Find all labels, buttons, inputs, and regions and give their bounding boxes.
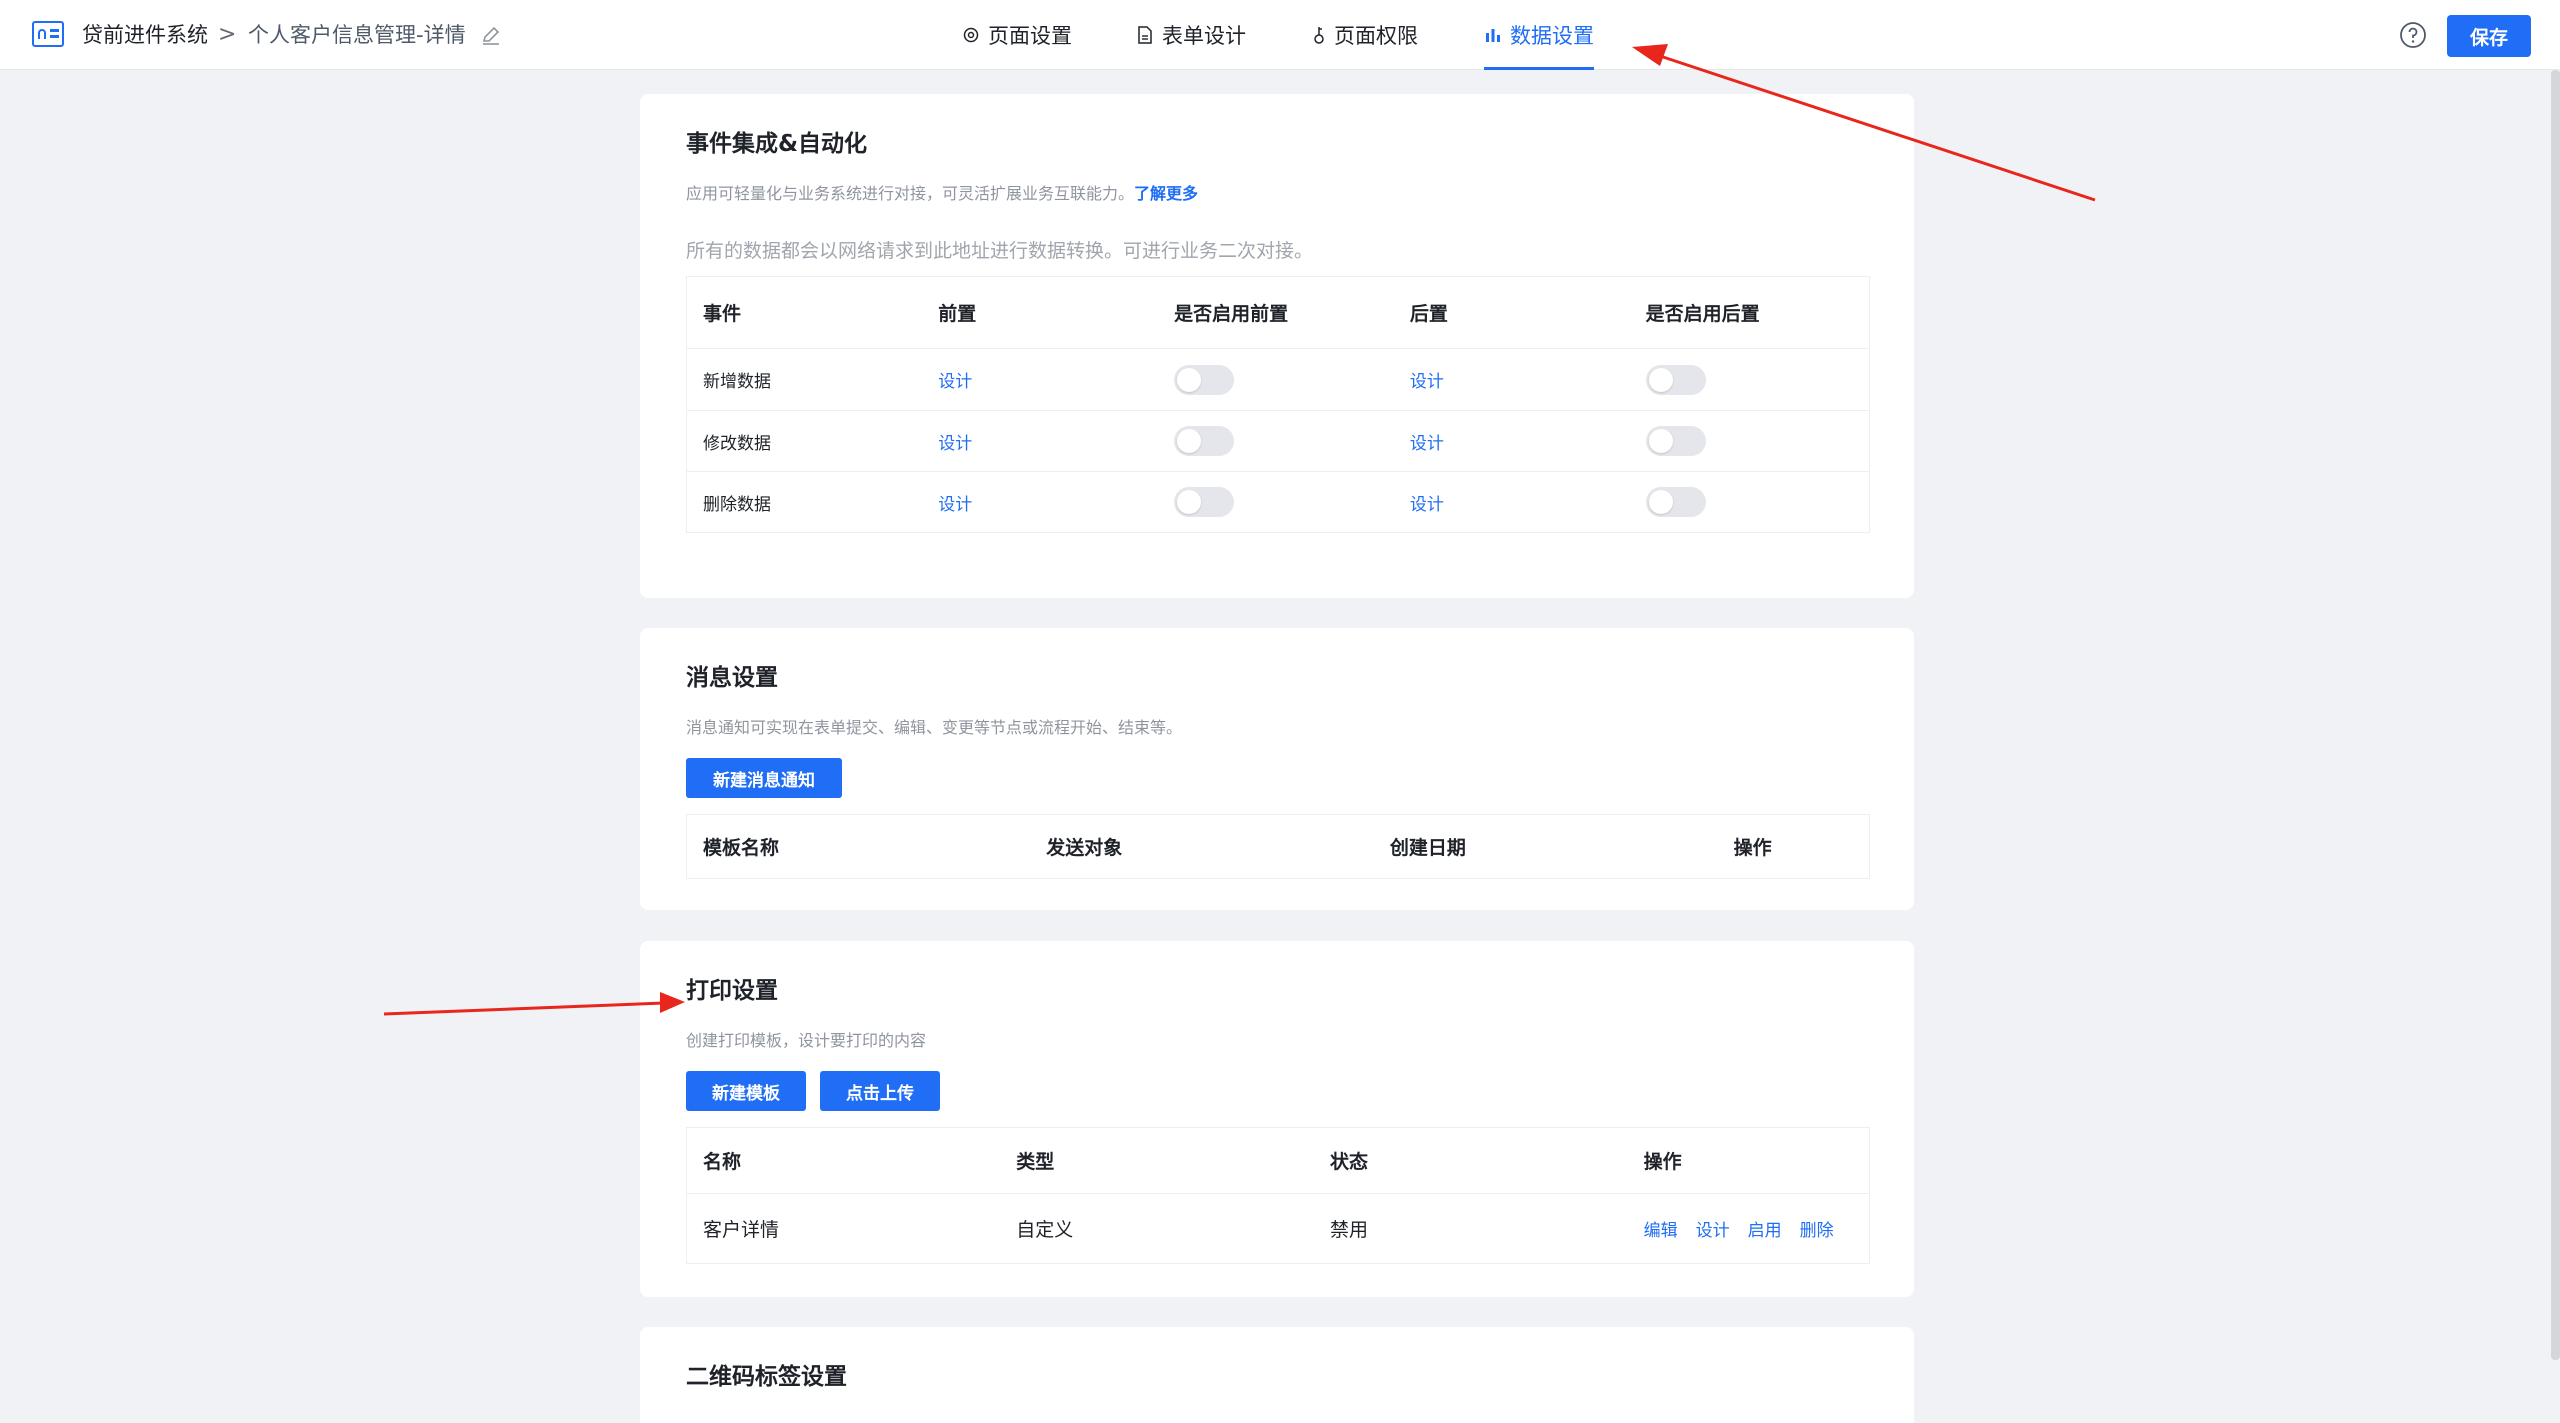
document-icon — [1138, 26, 1152, 44]
pre-design-link[interactable]: 设计 — [938, 372, 972, 392]
column-header: 创建日期 — [1373, 814, 1718, 879]
table-row: 新增数据 设计 设计 — [686, 348, 1870, 411]
pre-enable-toggle[interactable] — [1174, 487, 1235, 517]
app-id-card-icon[interactable] — [32, 21, 64, 47]
design-link[interactable]: 设计 — [1696, 1221, 1730, 1241]
section-description: 应用可轻量化与业务系统进行对接，可灵活扩展业务互联能力。了解更多 — [686, 180, 1198, 204]
top-bar: 贷前进件系统 > 个人客户信息管理-详情 页面设置 表单设计 页面权限 数据设置… — [0, 0, 2560, 70]
tab-form-design[interactable]: 表单设计 — [1136, 0, 1246, 70]
data-conversion-note: 所有的数据都会以网络请求到此地址进行数据转换。可进行业务二次对接。 — [686, 240, 1314, 262]
column-header: 发送对象 — [1030, 814, 1374, 879]
column-header: 类型 — [1000, 1127, 1314, 1194]
column-header: 操作 — [1717, 814, 1870, 879]
column-header: 事件 — [686, 276, 923, 349]
column-header: 名称 — [686, 1127, 1001, 1194]
template-status: 禁用 — [1313, 1193, 1628, 1264]
new-template-button[interactable]: 新建模板 — [686, 1071, 806, 1111]
message-template-table: 模板名称 发送对象 创建日期 操作 — [686, 814, 1870, 879]
tab-label: 表单设计 — [1162, 24, 1246, 48]
tab-page-permissions[interactable]: 页面权限 — [1312, 0, 1418, 70]
column-header: 状态 — [1313, 1127, 1628, 1194]
column-header: 操作 — [1627, 1127, 1870, 1194]
template-name: 客户详情 — [686, 1193, 1001, 1264]
column-header: 后置 — [1393, 276, 1630, 349]
print-settings-card: 打印设置 创建打印模板，设计要打印的内容 新建模板 点击上传 名称 类型 状态 … — [640, 941, 1914, 1297]
table-header-row: 事件 前置 是否启用前置 后置 是否启用后置 — [686, 276, 1870, 349]
section-description: 消息通知可实现在表单提交、编辑、变更等节点或流程开始、结束等。 — [686, 718, 1183, 737]
pre-enable-toggle[interactable] — [1174, 426, 1235, 456]
key-icon — [1314, 27, 1324, 44]
bar-chart-icon — [1486, 29, 1500, 42]
event-table: 事件 前置 是否启用前置 后置 是否启用后置 新增数据 设计 设计 修改数据 设… — [686, 276, 1870, 533]
row-actions: 编辑 设计 启用 删除 — [1627, 1193, 1870, 1264]
pre-design-link[interactable]: 设计 — [938, 434, 972, 454]
event-name: 新增数据 — [686, 348, 923, 411]
description-text: 应用可轻量化与业务系统进行对接，可灵活扩展业务互联能力。 — [686, 184, 1135, 203]
table-row: 修改数据 设计 设计 — [686, 410, 1870, 472]
template-type: 自定义 — [1000, 1193, 1314, 1264]
print-template-table: 名称 类型 状态 操作 客户详情 自定义 禁用 编辑 设计 启用 删除 — [686, 1127, 1870, 1264]
event-name: 修改数据 — [686, 410, 923, 472]
qrcode-label-card: 二维码标签设置 — [640, 1327, 1914, 1423]
save-button[interactable]: 保存 — [2447, 15, 2531, 57]
pre-enable-toggle[interactable] — [1174, 364, 1235, 395]
column-header: 是否启用后置 — [1629, 276, 1870, 349]
gear-icon — [963, 27, 979, 43]
section-description: 创建打印模板，设计要打印的内容 — [686, 1031, 927, 1050]
post-enable-toggle[interactable] — [1645, 364, 1706, 395]
breadcrumb-page-name: 个人客户信息管理-详情 — [248, 23, 466, 47]
tab-data-settings[interactable]: 数据设置 — [1484, 0, 1594, 70]
post-design-link[interactable]: 设计 — [1410, 372, 1444, 392]
table-header-row: 模板名称 发送对象 创建日期 操作 — [686, 814, 1870, 879]
enable-link[interactable]: 启用 — [1748, 1221, 1782, 1241]
upload-button[interactable]: 点击上传 — [820, 1071, 940, 1111]
table-header-row: 名称 类型 状态 操作 — [686, 1127, 1870, 1194]
page-scrollbar[interactable] — [2551, 70, 2560, 1360]
message-settings-card: 消息设置 消息通知可实现在表单提交、编辑、变更等节点或流程开始、结束等。 新建消… — [640, 628, 1914, 910]
breadcrumb-separator: > — [218, 22, 237, 47]
edit-link[interactable]: 编辑 — [1644, 1221, 1678, 1241]
tab-label: 数据设置 — [1510, 24, 1594, 48]
section-title: 打印设置 — [686, 978, 778, 1004]
column-header: 是否启用前置 — [1158, 276, 1394, 349]
tab-label: 页面设置 — [988, 24, 1072, 48]
tab-label: 页面权限 — [1334, 24, 1418, 48]
section-title: 消息设置 — [686, 665, 778, 691]
breadcrumb-app-name[interactable]: 贷前进件系统 — [82, 20, 208, 50]
column-header: 模板名称 — [686, 814, 1031, 879]
event-name: 删除数据 — [686, 471, 923, 533]
post-design-link[interactable]: 设计 — [1410, 434, 1444, 454]
section-title: 二维码标签设置 — [686, 1364, 847, 1390]
edit-pencil-icon[interactable] — [480, 24, 502, 46]
column-header: 前置 — [922, 276, 1159, 349]
post-enable-toggle[interactable] — [1645, 426, 1706, 456]
delete-link[interactable]: 删除 — [1800, 1221, 1834, 1241]
help-icon[interactable] — [2398, 20, 2428, 50]
post-design-link[interactable]: 设计 — [1410, 495, 1444, 515]
post-enable-toggle[interactable] — [1645, 487, 1706, 517]
section-title: 事件集成&自动化 — [686, 131, 868, 157]
event-integration-card: 事件集成&自动化 应用可轻量化与业务系统进行对接，可灵活扩展业务互联能力。了解更… — [640, 94, 1914, 598]
learn-more-link[interactable]: 了解更多 — [1134, 184, 1198, 203]
table-row: 删除数据 设计 设计 — [686, 471, 1870, 533]
table-row: 客户详情 自定义 禁用 编辑 设计 启用 删除 — [686, 1193, 1870, 1264]
tab-page-settings[interactable]: 页面设置 — [962, 0, 1072, 70]
pre-design-link[interactable]: 设计 — [938, 495, 972, 515]
new-message-notification-button[interactable]: 新建消息通知 — [686, 758, 842, 798]
